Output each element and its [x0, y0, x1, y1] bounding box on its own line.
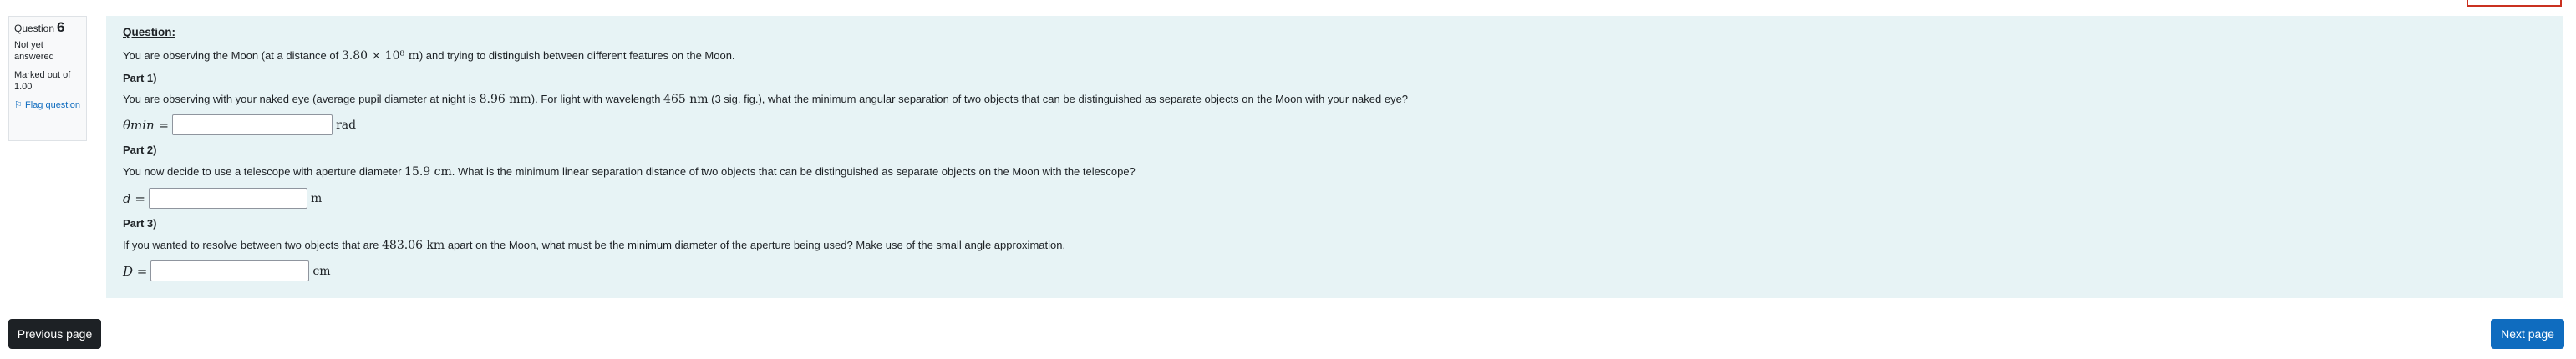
part3-answer-row: D = cm [123, 260, 331, 281]
part3-title: Part 3) [123, 217, 157, 230]
question-grade: Marked out of 1.00 [14, 70, 71, 92]
part3-text: If you wanted to resolve between two obj… [123, 239, 1066, 252]
part1-title: Part 1) [123, 72, 157, 84]
previous-page-button[interactable]: Previous page [8, 319, 101, 349]
question-heading: Question: [123, 26, 175, 38]
part2-unit: m [310, 191, 323, 205]
part1-answer-input[interactable] [172, 114, 333, 135]
question-info-panel: Question 6 Not yet answered Marked out of… [8, 16, 87, 141]
part1-text: You are observing with your naked eye (a… [123, 93, 1409, 106]
part3-label: D = [123, 263, 148, 279]
part2-label: d = [123, 190, 145, 206]
part1-unit: rad [336, 118, 357, 132]
flag-question-link[interactable]: ⚐ Flag question [14, 99, 81, 111]
flag-indicator-box [2467, 0, 2562, 7]
part2-answer-row: d = m [123, 188, 322, 209]
part2-title: Part 2) [123, 144, 157, 156]
question-number: Question 6 [14, 19, 65, 35]
part1-answer-row: θmin = rad [123, 114, 356, 135]
flag-icon: ⚐ [14, 100, 23, 110]
question-content: Question: You are observing the Moon (at… [106, 16, 2563, 298]
part1-label: θmin = [123, 117, 170, 133]
question-state: Not yet answered [14, 40, 54, 62]
part3-unit: cm [312, 264, 331, 278]
part2-text: You now decide to use a telescope with a… [123, 165, 1136, 179]
question-intro: You are observing the Moon (at a distanc… [123, 49, 735, 63]
part2-answer-input[interactable] [148, 188, 307, 209]
part3-answer-input[interactable] [150, 260, 310, 281]
next-page-button[interactable]: Next page [2491, 319, 2564, 349]
